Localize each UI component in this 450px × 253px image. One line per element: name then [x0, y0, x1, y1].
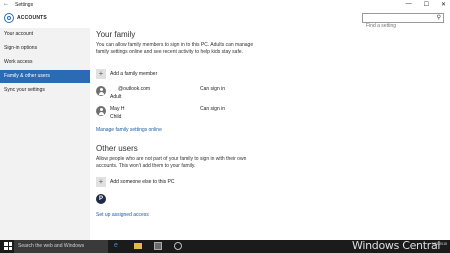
minimize-icon[interactable]: —	[406, 1, 412, 8]
other-users-heading: Other users	[96, 144, 138, 153]
windows-start-icon[interactable]	[4, 242, 12, 250]
taskbar-pinned-apps: e	[114, 242, 182, 250]
windows-central-watermark: Windows Central	[352, 239, 441, 252]
family-member-status: Can sign in	[200, 86, 226, 92]
taskbar-search-box[interactable]: Search the web and Windows	[14, 240, 108, 253]
child-member-avatar	[96, 106, 106, 116]
add-someone-button[interactable]: Add someone else to this PC	[110, 179, 174, 185]
sidebar-item-sign-in-options[interactable]: Sign-in options	[0, 42, 90, 55]
main-content: Your family You can allow family members…	[96, 28, 396, 240]
file-explorer-icon[interactable]	[134, 243, 142, 249]
search-icon[interactable]: ⚲	[437, 14, 441, 21]
child-member-name[interactable]: May H	[110, 106, 124, 112]
add-someone-plus-icon[interactable]: +	[96, 177, 106, 187]
settings-header: ACCOUNTS ⚲	[0, 10, 450, 30]
add-family-member-button[interactable]: Add a family member	[110, 71, 157, 77]
sidebar-item-sync-settings[interactable]: Sync your settings	[0, 84, 90, 97]
edge-browser-icon[interactable]: e	[114, 242, 122, 250]
gear-icon	[4, 13, 14, 23]
your-family-description: You can allow family members to sign in …	[96, 42, 254, 55]
sidebar-item-work-access[interactable]: Work access	[0, 56, 90, 69]
family-member-name[interactable]: @outlook.com	[118, 86, 150, 92]
close-icon[interactable]: ✕	[441, 1, 446, 8]
other-user-avatar[interactable]: P	[96, 194, 106, 204]
manage-family-link[interactable]: Manage family settings online	[96, 127, 162, 133]
assigned-access-link[interactable]: Set up assigned access	[96, 212, 149, 218]
settings-app-icon[interactable]	[174, 242, 182, 250]
search-box[interactable]: ⚲	[362, 13, 444, 30]
window-controls: — ☐ ✕	[406, 1, 446, 8]
sidebar: Your account Sign-in options Work access…	[0, 28, 90, 240]
your-family-heading: Your family	[96, 30, 136, 39]
page-title: ACCOUNTS	[17, 15, 47, 21]
sidebar-item-family-other-users[interactable]: Family & other users	[0, 70, 90, 83]
other-users-description: Allow people who are not part of your fa…	[96, 156, 247, 169]
family-member-role: Adult	[110, 94, 122, 100]
maximize-icon[interactable]: ☐	[424, 1, 429, 8]
family-member-avatar	[96, 86, 106, 96]
window-title: Settings	[15, 2, 34, 8]
store-icon[interactable]	[154, 242, 162, 250]
back-arrow-icon[interactable]: ←	[3, 1, 9, 7]
sidebar-item-your-account[interactable]: Your account	[0, 28, 90, 41]
add-family-member-plus-icon[interactable]: +	[96, 69, 106, 79]
child-member-status: Can sign in	[200, 106, 226, 112]
child-member-role: Child	[110, 114, 122, 120]
